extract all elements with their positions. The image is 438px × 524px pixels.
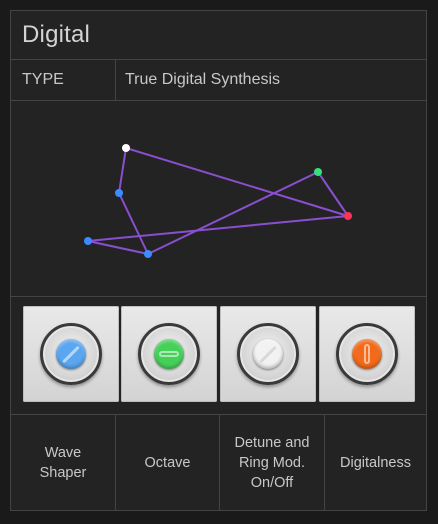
octave-knob-pointer [159, 351, 179, 357]
wave-shaper-knob-pointer [62, 345, 80, 363]
digitalness-label: Digitalness [340, 454, 411, 471]
detune-ring-mod-knob-card[interactable] [220, 306, 316, 402]
digitalness-knob[interactable] [336, 323, 398, 385]
wave-shaper-knob-card[interactable] [23, 306, 119, 402]
graph-point-blue[interactable] [115, 189, 123, 197]
type-row: TYPE True Digital Synthesis [11, 60, 426, 101]
graph-point-blue[interactable] [84, 237, 92, 245]
digitalness-knob-cap[interactable] [352, 339, 382, 369]
routing-graph-line-extra [87, 240, 149, 255]
graph-point-blue[interactable] [144, 250, 152, 258]
detune-ring-mod-knob-pointer [259, 345, 277, 363]
wave-shaper-knob-cap[interactable] [56, 339, 86, 369]
detune-ring-mod-knob[interactable] [237, 323, 299, 385]
header: Digital [11, 11, 426, 60]
octave-knob[interactable] [138, 323, 200, 385]
panel-title: Digital [22, 21, 91, 48]
wave-shaper-knob[interactable] [40, 323, 102, 385]
routing-graph [11, 101, 426, 297]
octave-knob-card[interactable] [121, 306, 217, 402]
wave-shaper-label: Wave Shaper [39, 444, 87, 481]
routing-graph-line [118, 147, 349, 255]
labels-row: Wave Shaper Octave Detune and Ring Mod. … [11, 415, 426, 510]
detune-ring-mod-label: Detune and Ring Mod. On/Off [234, 434, 310, 491]
type-value: True Digital Synthesis [125, 71, 281, 88]
graph-point-white[interactable] [122, 144, 130, 152]
detune-ring-mod-knob-cap[interactable] [253, 339, 283, 369]
graph-point-red[interactable] [344, 212, 352, 220]
routing-graph-canvas [84, 144, 352, 258]
knobs-row [11, 297, 426, 415]
digitalness-knob-pointer [364, 344, 370, 364]
octave-knob-cap[interactable] [154, 339, 184, 369]
octave-label: Octave [144, 454, 191, 471]
digitalness-knob-card[interactable] [319, 306, 415, 402]
digital-panel: Digital TYPE True Digital Synthesis Wave… [10, 10, 427, 511]
graph-point-green[interactable] [314, 168, 322, 176]
type-divider [115, 60, 116, 100]
type-label: TYPE [22, 71, 64, 88]
